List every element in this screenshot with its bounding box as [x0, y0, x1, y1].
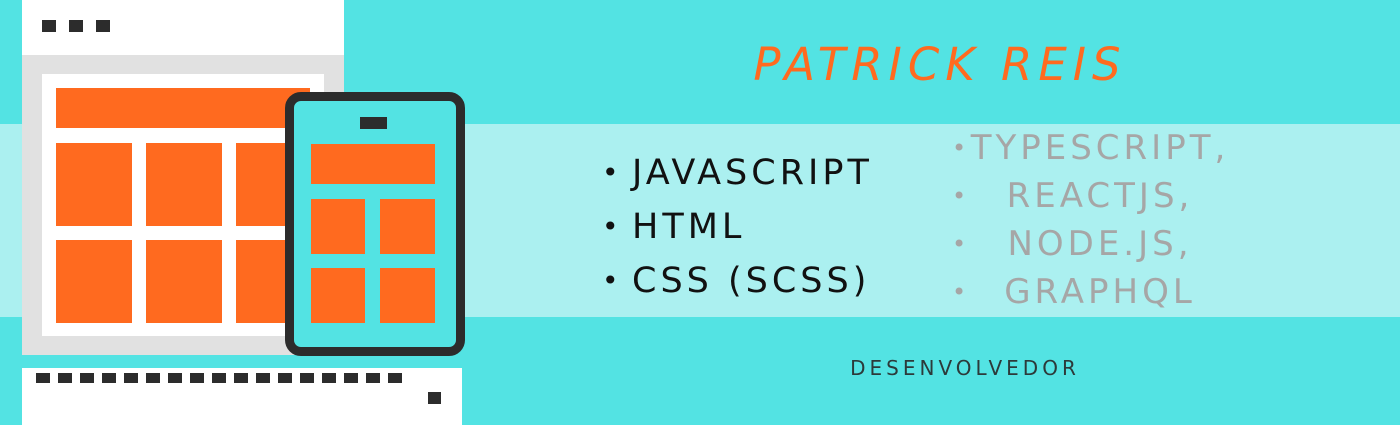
- tablet-grid-block: [311, 199, 365, 254]
- window-dot-icon: [69, 20, 83, 32]
- skill-item: HTML: [600, 200, 873, 254]
- browser-grid-block: [146, 240, 222, 323]
- window-dot-icon: [96, 20, 110, 32]
- browser-grid-block: [56, 143, 132, 226]
- skill-item: CSS (SCSS): [600, 254, 873, 308]
- tablet-grid-block: [380, 199, 435, 254]
- skill-item: JAVASCRIPT: [600, 146, 873, 200]
- page-title: PATRICK REIS: [753, 38, 1127, 91]
- skill-item-secondary: TYPESCRIPT,: [950, 124, 1250, 172]
- tablet-grid-block: [380, 268, 435, 323]
- tablet-grid-block: [311, 268, 365, 323]
- tablet-header-block: [311, 144, 435, 184]
- primary-skills-list: JAVASCRIPT HTML CSS (SCSS): [600, 146, 873, 308]
- tablet-camera-icon: [360, 117, 387, 129]
- skill-item-secondary: NODE.JS,: [950, 220, 1250, 268]
- browser-header-block: [56, 88, 310, 128]
- browser-window-illustration: [0, 0, 470, 425]
- skill-item-secondary: GRAPHQL: [950, 268, 1250, 316]
- skill-item-secondary: REACTJS,: [950, 172, 1250, 220]
- square-dot-icon: [428, 392, 441, 404]
- dotted-line: [36, 373, 408, 383]
- browser-grid-block: [56, 240, 132, 323]
- role-label: DESENVOLVEDOR: [850, 356, 1080, 380]
- secondary-skills-list: TYPESCRIPT, REACTJS, NODE.JS, GRAPHQL: [950, 124, 1250, 316]
- browser-grid-block: [146, 143, 222, 226]
- window-dot-icon: [42, 20, 56, 32]
